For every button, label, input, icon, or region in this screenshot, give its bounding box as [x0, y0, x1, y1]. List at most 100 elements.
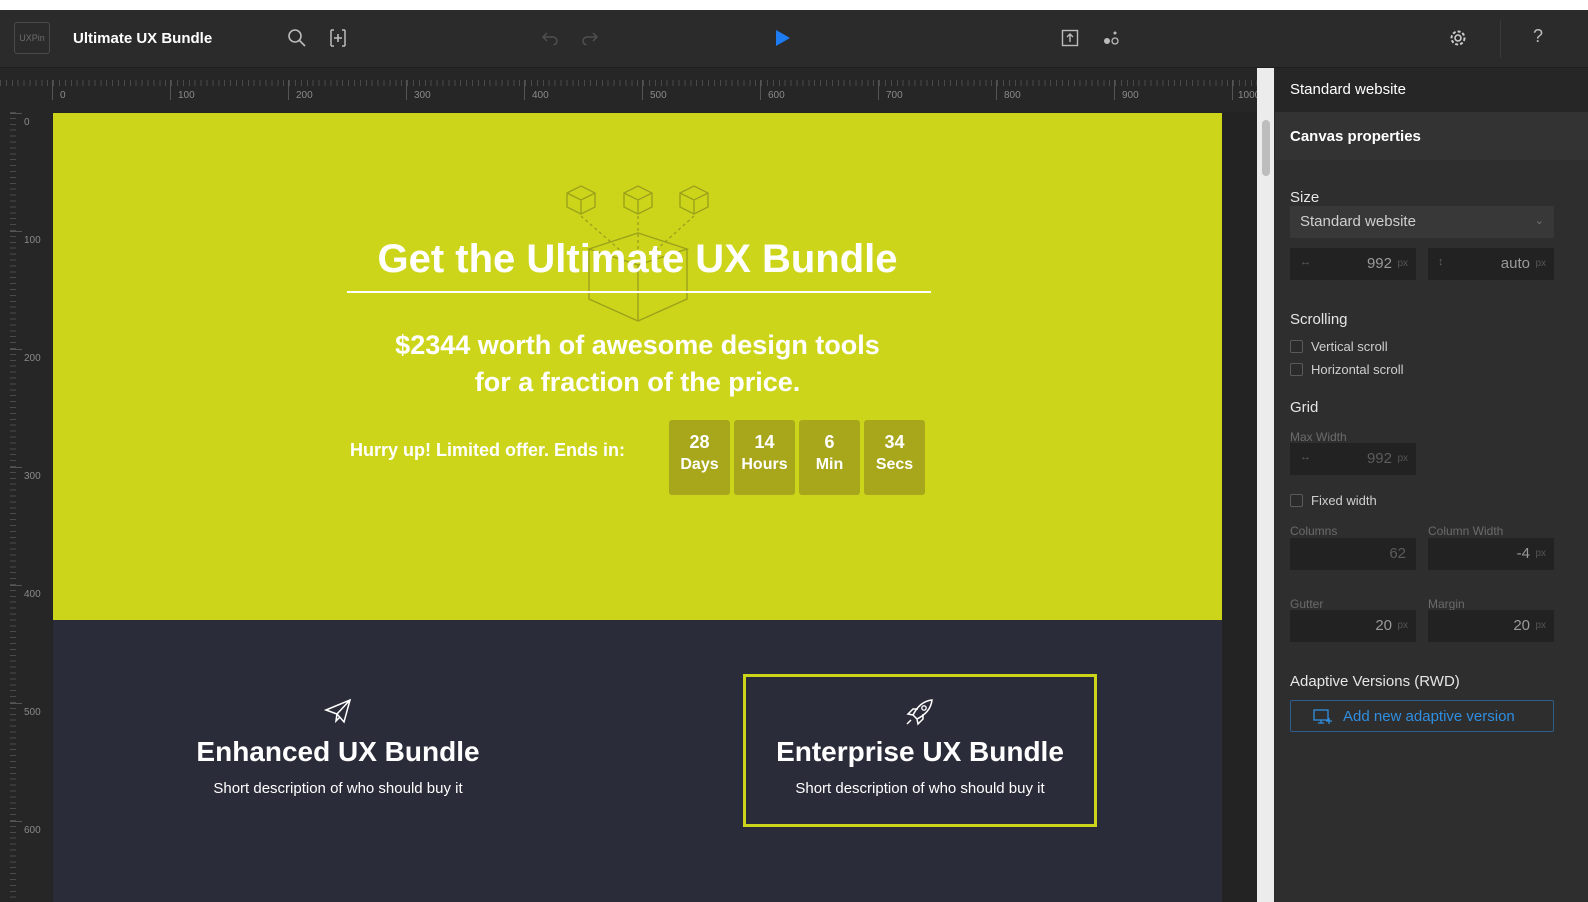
- ruler-label: 500: [24, 707, 41, 718]
- chevron-down-icon: ⌄: [1534, 215, 1544, 227]
- ruler-label: 400: [24, 589, 41, 600]
- hero-title[interactable]: Get the Ultimate UX Bundle: [53, 237, 1222, 282]
- checkbox-icon[interactable]: [1290, 340, 1303, 353]
- countdown-seconds[interactable]: 34 Secs: [864, 420, 925, 495]
- properties-panel: Standard website Canvas properties Size …: [1275, 68, 1588, 902]
- width-arrow-icon: ↔: [1300, 451, 1311, 463]
- redo-icon[interactable]: [578, 26, 602, 50]
- project-title[interactable]: Ultimate UX Bundle: [73, 30, 212, 47]
- countdown-hours[interactable]: 14 Hours: [734, 420, 795, 495]
- ruler-label: 100: [178, 90, 195, 101]
- fixed-width-checkbox[interactable]: Fixed width: [1290, 493, 1377, 508]
- columns-value: 62: [1389, 545, 1406, 562]
- bundle-card-enhanced[interactable]: Enhanced UX Bundle Short description of …: [151, 698, 525, 797]
- bundle-title: Enhanced UX Bundle: [196, 736, 480, 767]
- share-icon[interactable]: [1099, 26, 1123, 50]
- paper-plane-icon: [324, 698, 352, 724]
- canvas-scrollbar[interactable]: [1257, 68, 1274, 902]
- ruler-label: 600: [24, 825, 41, 836]
- checkbox-label: Fixed width: [1311, 493, 1377, 508]
- countdown-unit: Secs: [875, 456, 914, 473]
- horizontal-scroll-checkbox[interactable]: Horizontal scroll: [1290, 362, 1403, 377]
- settings-icon[interactable]: [1446, 26, 1470, 50]
- width-field[interactable]: ↔ 992 px: [1290, 248, 1416, 280]
- horizontal-ruler: 0 100 200 300 400 500 600 700 800 900 10…: [0, 68, 1262, 112]
- ruler-label: 100: [24, 235, 41, 246]
- unit-label: px: [1397, 258, 1408, 269]
- scrollbar-thumb[interactable]: [1262, 120, 1270, 176]
- margin-label: Margin: [1428, 597, 1465, 611]
- ruler-label: 700: [886, 90, 903, 101]
- monitor-add-icon: [1313, 709, 1332, 724]
- adaptive-versions-label: Adaptive Versions (RWD): [1290, 673, 1460, 690]
- columns-field[interactable]: 62: [1290, 538, 1416, 570]
- toolbar-divider: [1500, 20, 1501, 58]
- vertical-scroll-checkbox[interactable]: Vertical scroll: [1290, 339, 1388, 354]
- hero-subtitle[interactable]: $2344 worth of awesome design tools for …: [53, 327, 1222, 401]
- help-icon[interactable]: ?: [1528, 26, 1548, 50]
- margin-field[interactable]: 20 px: [1428, 610, 1554, 642]
- ruler-label: 0: [24, 117, 30, 128]
- ruler-label: 200: [24, 353, 41, 364]
- search-icon[interactable]: [285, 26, 309, 50]
- column-width-field[interactable]: -4 px: [1428, 538, 1554, 570]
- hero-title-underline: [347, 291, 931, 293]
- unit-label: px: [1535, 620, 1546, 631]
- ruler-label: 600: [768, 90, 785, 101]
- max-width-field[interactable]: ↔ 992 px: [1290, 443, 1416, 475]
- column-width-value: -4: [1516, 545, 1530, 562]
- margin-value: 20: [1513, 617, 1530, 634]
- bundles-section[interactable]: Enhanced UX Bundle Short description of …: [53, 620, 1222, 902]
- countdown-number: 28: [689, 432, 710, 452]
- add-frame-icon[interactable]: [326, 26, 350, 50]
- bundle-description: Short description of who should buy it: [795, 780, 1045, 797]
- checkbox-icon[interactable]: [1290, 363, 1303, 376]
- ruler-label: 0: [60, 90, 66, 101]
- app-logo[interactable]: UXPin: [14, 22, 50, 54]
- export-icon[interactable]: [1058, 26, 1082, 50]
- unit-label: px: [1535, 548, 1546, 559]
- undo-icon[interactable]: [538, 26, 562, 50]
- countdown-unit: Hours: [741, 456, 788, 473]
- add-adaptive-version-button[interactable]: Add new adaptive version: [1290, 700, 1554, 732]
- column-width-label: Column Width: [1428, 524, 1504, 538]
- width-arrow-icon: ↔: [1300, 256, 1311, 268]
- height-arrow-icon: ↕: [1438, 256, 1444, 268]
- section-title: Canvas properties: [1290, 128, 1421, 145]
- play-icon[interactable]: [771, 26, 795, 50]
- unit-label: px: [1535, 258, 1546, 269]
- size-label: Size: [1290, 189, 1320, 206]
- hero-section[interactable]: Get the Ultimate UX Bundle $2344 worth o…: [53, 113, 1222, 620]
- height-value: auto: [1500, 255, 1530, 272]
- rocket-icon: [906, 699, 933, 726]
- ruler-label: 300: [414, 90, 431, 101]
- scrolling-label: Scrolling: [1290, 311, 1348, 328]
- columns-label: Columns: [1290, 524, 1338, 538]
- hero-subtitle-line: $2344 worth of awesome design tools: [395, 330, 880, 360]
- countdown-minutes[interactable]: 6 Min: [799, 420, 860, 495]
- design-canvas[interactable]: Get the Ultimate UX Bundle $2344 worth o…: [52, 112, 1262, 902]
- size-select[interactable]: Standard website ⌄: [1290, 206, 1554, 238]
- countdown-number: 34: [884, 432, 905, 452]
- bundle-card-enterprise[interactable]: Enterprise UX Bundle Short description o…: [743, 698, 1097, 797]
- panel-header-title: Standard website: [1290, 81, 1406, 98]
- app-window: UXPin Ultimate UX Bundle ? 0 100 200 300…: [0, 10, 1588, 902]
- grid-label: Grid: [1290, 399, 1319, 416]
- gutter-field[interactable]: 20 px: [1290, 610, 1416, 642]
- checkbox-label: Horizontal scroll: [1311, 362, 1404, 377]
- countdown-unit: Min: [815, 456, 844, 473]
- ruler-label: 200: [296, 90, 313, 101]
- max-width-label: Max Width: [1290, 430, 1347, 444]
- size-select-value: Standard website: [1300, 213, 1416, 230]
- height-field[interactable]: ↕ auto px: [1428, 248, 1554, 280]
- bundle-description: Short description of who should buy it: [213, 780, 463, 797]
- hurry-text[interactable]: Hurry up! Limited offer. Ends in:: [350, 440, 625, 461]
- checkbox-icon[interactable]: [1290, 494, 1303, 507]
- ruler-label: 800: [1004, 90, 1021, 101]
- button-label: Add new adaptive version: [1343, 708, 1515, 725]
- top-toolbar: UXPin Ultimate UX Bundle ?: [0, 10, 1588, 68]
- ruler-label: 400: [532, 90, 549, 101]
- vertical-ruler: 0 100 200 300 400 500 600: [0, 112, 52, 902]
- panel-header: Standard website: [1275, 68, 1588, 112]
- countdown-days[interactable]: 28 Days: [669, 420, 730, 495]
